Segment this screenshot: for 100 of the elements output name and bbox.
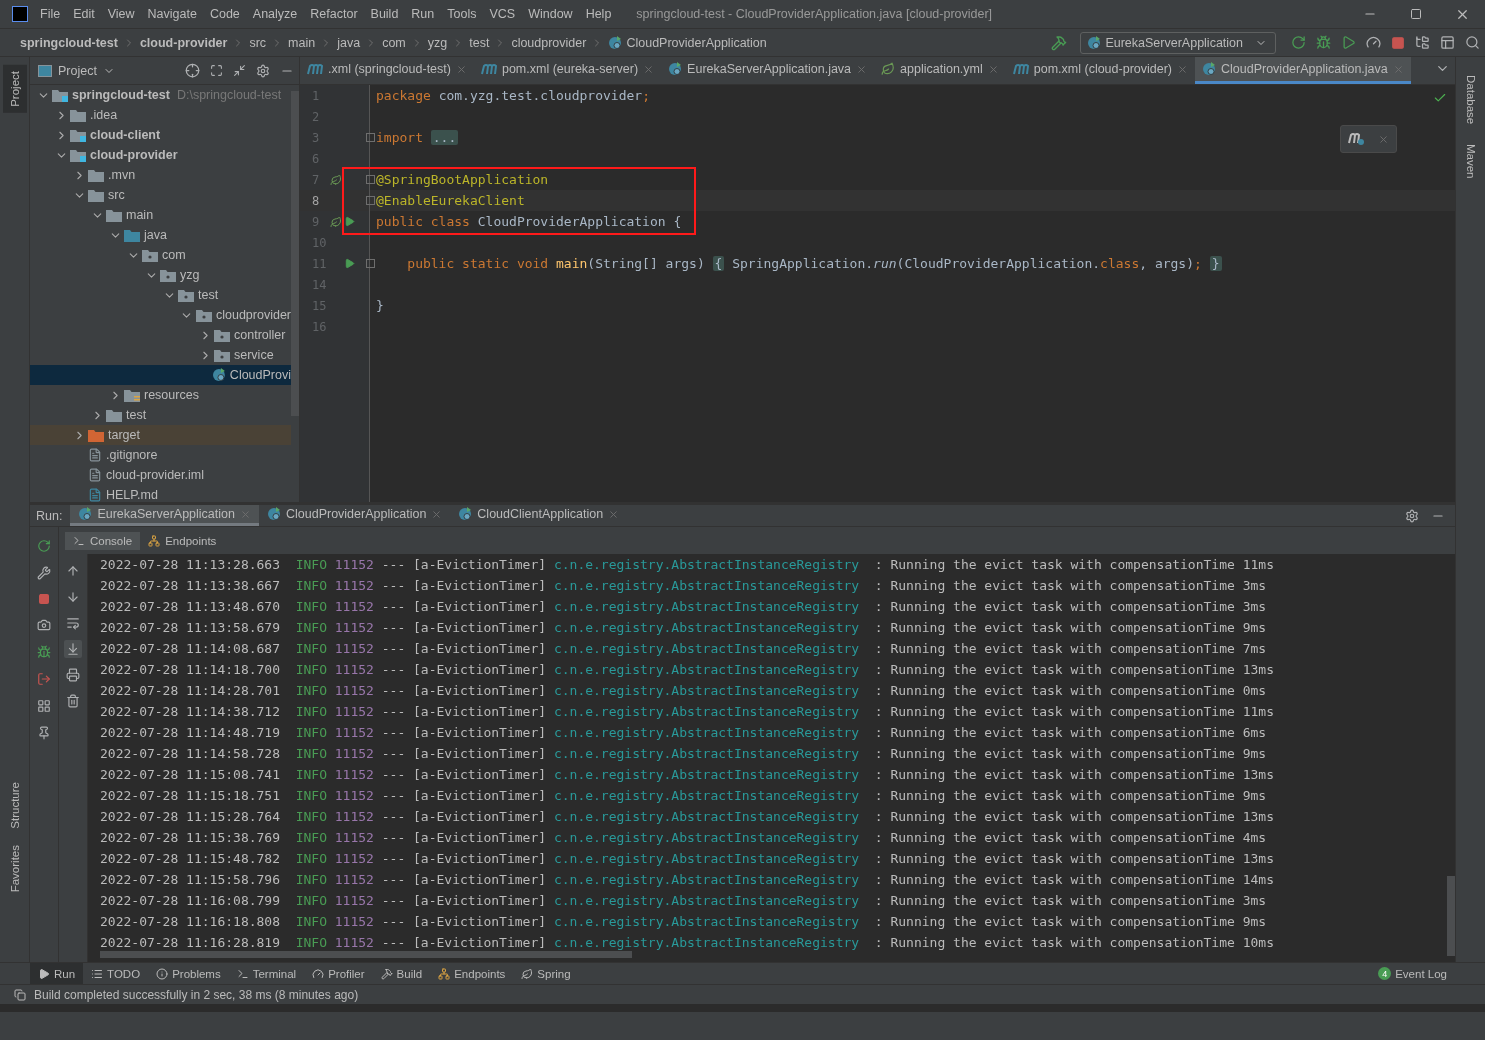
menu-item[interactable]: Code: [209, 7, 240, 21]
tool-window-tab[interactable]: Build: [372, 962, 431, 985]
tool-window-tab[interactable]: Database: [1458, 69, 1483, 131]
rerun-icon[interactable]: [35, 537, 53, 555]
editor-tab[interactable]: .xml (springcloud-test): [300, 57, 474, 84]
menu-item[interactable]: Refactor: [310, 7, 358, 21]
tree-item[interactable]: CloudProvi: [30, 365, 291, 385]
menu-item[interactable]: File: [40, 7, 61, 21]
scroll-to-end-icon[interactable]: [64, 640, 82, 658]
tree-item[interactable]: .gitignore: [30, 445, 291, 465]
menu-item[interactable]: Run: [411, 7, 435, 21]
fold-marker[interactable]: [366, 196, 375, 205]
tool-window-tab[interactable]: Structure: [2, 776, 27, 835]
debug-icon[interactable]: [35, 643, 53, 661]
exit-icon[interactable]: [35, 670, 53, 688]
close-icon[interactable]: [431, 508, 443, 520]
menu-item[interactable]: Navigate: [147, 7, 197, 21]
tree-item[interactable]: java: [30, 225, 291, 245]
breadcrumb[interactable]: main: [288, 35, 316, 50]
tool-window-tab[interactable]: Project: [2, 65, 27, 113]
breadcrumb[interactable]: CloudProviderApplication: [608, 35, 767, 50]
event-log-button[interactable]: 4 Event Log: [1370, 962, 1455, 985]
tool-window-tab[interactable]: Run: [30, 962, 84, 985]
settings-icon[interactable]: [1403, 507, 1421, 525]
scrollbar[interactable]: [100, 951, 632, 958]
tree-item[interactable]: com: [30, 245, 291, 265]
tool-window-tab[interactable]: Problems: [148, 962, 229, 985]
tool-window-tab[interactable]: Terminal: [228, 962, 305, 985]
tool-window-tab[interactable]: Profiler: [304, 962, 373, 985]
tree-item[interactable]: .idea: [30, 105, 291, 125]
stop-icon[interactable]: [36, 591, 52, 607]
tool-window-tab[interactable]: Favorites: [2, 838, 27, 898]
tree-item[interactable]: src: [30, 185, 291, 205]
tree-item[interactable]: yzg: [30, 265, 291, 285]
console-tab[interactable]: Endpoints: [140, 531, 225, 550]
tree-item[interactable]: resources: [30, 385, 291, 405]
menu-item[interactable]: Tools: [447, 7, 477, 21]
tree-item[interactable]: cloud-client: [30, 125, 291, 145]
fold-marker[interactable]: [366, 175, 375, 184]
console-tab[interactable]: Console: [65, 531, 141, 550]
run-config-tab[interactable]: EurekaServerApplication: [70, 505, 259, 526]
wrench-icon[interactable]: [35, 564, 53, 582]
tool-window-tab[interactable]: TODO: [83, 962, 149, 985]
print-icon[interactable]: [64, 666, 82, 684]
editor-tab[interactable]: pom.xml (cloud-provider): [1005, 57, 1195, 84]
breadcrumb[interactable]: cloudprovider: [511, 35, 587, 50]
tool-window-tab[interactable]: Maven: [1458, 138, 1483, 185]
editor-tab[interactable]: application.yml: [874, 57, 1006, 84]
tree-item[interactable]: cloud-provider: [30, 145, 291, 165]
menu-item[interactable]: Analyze: [252, 7, 298, 21]
tree-item[interactable]: target: [30, 425, 291, 445]
tree-item[interactable]: service: [30, 345, 291, 365]
tree-item[interactable]: springcloud-test D:\springcloud-test: [30, 85, 291, 105]
breadcrumb[interactable]: springcloud-test: [20, 35, 118, 50]
fold-marker[interactable]: [366, 133, 375, 142]
fold-marker[interactable]: [366, 259, 375, 268]
breadcrumb[interactable]: yzg: [427, 35, 448, 50]
menu-item[interactable]: Window: [528, 7, 573, 21]
trash-icon[interactable]: [64, 692, 82, 710]
tree-item[interactable]: cloudprovider: [30, 305, 291, 325]
breadcrumb[interactable]: cloud-provider: [139, 35, 228, 50]
close-icon[interactable]: [987, 63, 999, 75]
close-icon[interactable]: [455, 63, 467, 75]
menu-item[interactable]: Help: [585, 7, 612, 21]
tree-item[interactable]: controller: [30, 325, 291, 345]
close-icon[interactable]: [856, 63, 868, 75]
tool-window-tab[interactable]: Endpoints: [430, 962, 514, 985]
run-config-dropdown[interactable]: EurekaServerApplication: [1080, 31, 1276, 54]
log-pid: 11152: [334, 788, 374, 803]
scrollbar[interactable]: [1447, 876, 1455, 956]
editor-tab[interactable]: CloudProviderApplication.java: [1195, 57, 1411, 84]
tree-item[interactable]: HELP.md: [30, 485, 291, 502]
tree-item[interactable]: cloud-provider.iml: [30, 465, 291, 485]
tree-item[interactable]: main: [30, 205, 291, 225]
editor-tab[interactable]: pom.xml (eureka-server): [473, 57, 662, 84]
layout-icon[interactable]: [35, 697, 53, 715]
maven-reload-button[interactable]: [1340, 125, 1397, 153]
run-icon[interactable]: [344, 216, 355, 227]
breadcrumb[interactable]: test: [469, 35, 490, 50]
menu-item[interactable]: View: [107, 7, 135, 21]
project-view-dropdown[interactable]: Project: [38, 63, 115, 78]
tree-item[interactable]: test: [30, 405, 291, 425]
run-config-tab[interactable]: CloudClientApplication: [450, 505, 628, 526]
tree-item[interactable]: test: [30, 285, 291, 305]
run-config-tab[interactable]: CloudProviderApplication: [259, 505, 451, 526]
breadcrumb[interactable]: java: [337, 35, 361, 50]
editor-tab[interactable]: EurekaServerApplication.java: [661, 57, 875, 84]
menu-item[interactable]: VCS: [489, 7, 516, 21]
log-separator: ---: [381, 620, 406, 635]
close-icon[interactable]: [608, 508, 620, 520]
close-icon[interactable]: [1177, 63, 1188, 75]
close-icon[interactable]: [643, 63, 655, 75]
breadcrumb[interactable]: src: [249, 35, 267, 50]
scrollbar[interactable]: [291, 91, 299, 416]
menu-item[interactable]: Build: [370, 7, 399, 21]
run-icon[interactable]: [344, 258, 355, 269]
tool-window-tab[interactable]: Spring: [513, 962, 579, 985]
breadcrumb[interactable]: com: [382, 35, 406, 50]
tree-item[interactable]: .mvn: [30, 165, 291, 185]
menu-item[interactable]: Edit: [73, 7, 95, 21]
